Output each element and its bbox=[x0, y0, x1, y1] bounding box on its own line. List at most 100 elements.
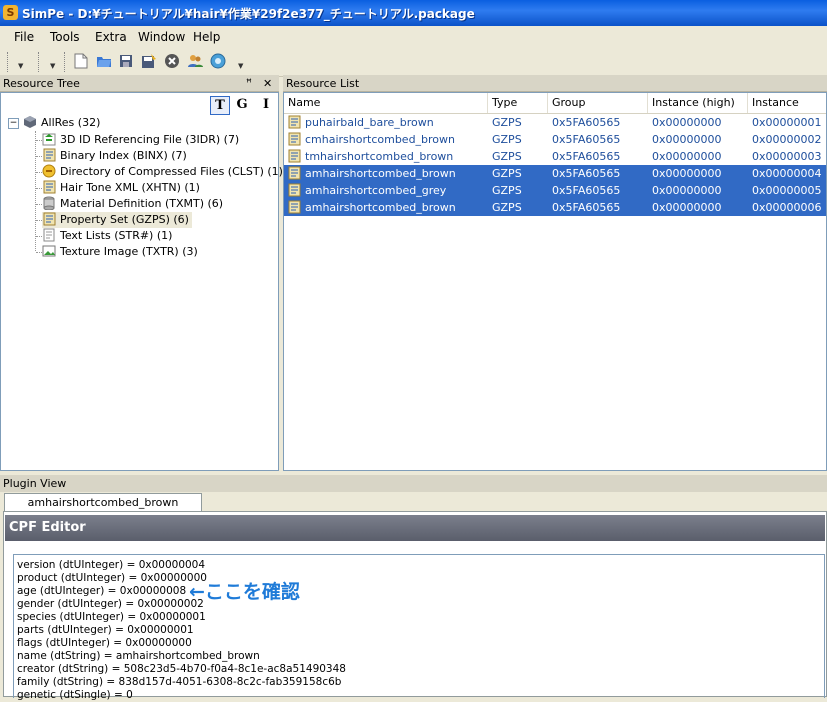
cell-instance-high: 0x00000000 bbox=[652, 116, 722, 129]
toolbar-grip[interactable] bbox=[38, 52, 42, 72]
table-row[interactable]: amhairshortcombed_grey GZPS 0x5FA60565 0… bbox=[284, 182, 826, 199]
column-header-instance[interactable]: Instance bbox=[748, 93, 826, 113]
cpf-property-list[interactable]: version (dtUInteger) = 0x00000004 produc… bbox=[13, 554, 825, 701]
toolbar-grip[interactable] bbox=[64, 52, 68, 72]
tree-collapse-toggle[interactable]: − bbox=[8, 118, 19, 129]
property-set-icon bbox=[287, 200, 301, 214]
tree-item-xhtn[interactable]: Hair Tone XML (XHTN) (1) bbox=[42, 180, 200, 196]
pin-icon[interactable]: ꟸ bbox=[246, 75, 252, 92]
column-header-name[interactable]: Name bbox=[284, 93, 488, 113]
open-folder-icon[interactable] bbox=[95, 52, 113, 70]
package-icon bbox=[23, 115, 37, 129]
tree-node-allres[interactable]: AllRes (32) bbox=[23, 115, 100, 131]
chevron-down-icon[interactable]: ▼ bbox=[238, 62, 243, 70]
toolbar: ▼ ▼ ▼ bbox=[0, 48, 827, 77]
xml-icon bbox=[42, 180, 56, 194]
column-header-instance-high[interactable]: Instance (high) bbox=[648, 93, 748, 113]
property-set-icon bbox=[287, 132, 301, 146]
resource-list-header: Resource List bbox=[283, 75, 827, 92]
cell-instance: 0x00000003 bbox=[752, 150, 822, 163]
texture-icon bbox=[42, 244, 56, 258]
plugin-view-title: Plugin View bbox=[3, 477, 67, 490]
new-file-icon[interactable] bbox=[72, 52, 90, 70]
tree-item-gzps[interactable]: Property Set (GZPS) (6) bbox=[42, 212, 192, 228]
cell-group: 0x5FA60565 bbox=[552, 201, 621, 214]
tree-view-instance-button[interactable]: I bbox=[257, 96, 275, 113]
cell-instance: 0x00000006 bbox=[752, 201, 822, 214]
cell-type: GZPS bbox=[492, 167, 522, 180]
text-list-icon bbox=[42, 228, 56, 242]
users-icon[interactable] bbox=[186, 52, 204, 70]
table-row[interactable]: tmhairshortcombed_brown GZPS 0x5FA60565 … bbox=[284, 148, 826, 165]
cpf-editor: CPF Editor version (dtUInteger) = 0x0000… bbox=[3, 511, 827, 701]
cell-group: 0x5FA60565 bbox=[552, 150, 621, 163]
binary-index-icon bbox=[42, 148, 56, 162]
menu-bar: File Tools Extra Window Help bbox=[0, 26, 827, 48]
tree-item-clst[interactable]: Directory of Compressed Files (CLST) (1) bbox=[42, 164, 283, 180]
property-set-icon bbox=[287, 115, 301, 129]
cell-type: GZPS bbox=[492, 116, 522, 129]
close-icon[interactable]: ✕ bbox=[263, 75, 272, 92]
tree-node-label: AllRes (32) bbox=[41, 116, 101, 129]
close-circle-icon[interactable] bbox=[163, 52, 181, 70]
tree-item-str[interactable]: Text Lists (STR#) (1) bbox=[42, 228, 172, 244]
table-row[interactable]: puhairbald_bare_brown GZPS 0x5FA60565 0x… bbox=[284, 114, 826, 131]
cpf-property-line: creator (dtString) = 508c23d5-4b70-f0a4-… bbox=[17, 663, 346, 675]
save-as-icon[interactable] bbox=[140, 52, 158, 70]
cpf-property-line: parts (dtUInteger) = 0x00000001 bbox=[17, 624, 194, 636]
property-set-icon bbox=[287, 183, 301, 197]
property-set-icon bbox=[287, 149, 301, 163]
menu-tools[interactable]: Tools bbox=[50, 30, 80, 44]
property-set-icon bbox=[42, 212, 56, 226]
chevron-down-icon[interactable]: ▼ bbox=[18, 62, 23, 70]
cell-group: 0x5FA60565 bbox=[552, 133, 621, 146]
tree-view-group-button[interactable]: G bbox=[233, 96, 251, 113]
cpf-property-line: genetic (dtSingle) = 0 bbox=[17, 689, 133, 701]
resource-tree-title: Resource Tree bbox=[3, 77, 80, 90]
toolbar-grip[interactable] bbox=[7, 52, 11, 72]
cpf-property-line: age (dtUInteger) = 0x00000008 bbox=[17, 585, 187, 597]
cpf-editor-title: CPF Editor bbox=[5, 515, 825, 541]
menu-help[interactable]: Help bbox=[193, 30, 220, 44]
cpf-property-line: species (dtUInteger) = 0x00000001 bbox=[17, 611, 206, 623]
tree-item-3idr[interactable]: 3D ID Referencing File (3IDR) (7) bbox=[42, 132, 239, 148]
window-title: SimPe - D:¥チュートリアル¥hair¥作業¥29f2e377_チュート… bbox=[22, 7, 475, 21]
save-icon[interactable] bbox=[117, 52, 135, 70]
tree-view-type-button[interactable]: T bbox=[210, 96, 230, 115]
column-header-group[interactable]: Group bbox=[548, 93, 648, 113]
resource-tree-header: Resource Tree ꟸ ✕ bbox=[0, 75, 279, 92]
cell-type: GZPS bbox=[492, 184, 522, 197]
list-column-headers: Name Type Group Instance (high) Instance bbox=[284, 93, 826, 114]
tree-view-toolbar: T G I bbox=[1, 93, 278, 115]
table-row[interactable]: amhairshortcombed_brown GZPS 0x5FA60565 … bbox=[284, 165, 826, 182]
menu-file[interactable]: File bbox=[14, 30, 34, 44]
cell-group: 0x5FA60565 bbox=[552, 167, 621, 180]
cell-instance-high: 0x00000000 bbox=[652, 150, 722, 163]
cell-instance-high: 0x00000000 bbox=[652, 184, 722, 197]
cell-instance: 0x00000005 bbox=[752, 184, 822, 197]
menu-extra[interactable]: Extra bbox=[95, 30, 127, 44]
plugin-tab[interactable]: amhairshortcombed_brown bbox=[4, 493, 202, 512]
cell-name: amhairshortcombed_brown bbox=[305, 201, 456, 214]
cpf-property-line: name (dtString) = amhairshortcombed_brow… bbox=[17, 650, 260, 662]
globe-icon[interactable] bbox=[209, 52, 227, 70]
property-set-icon bbox=[287, 166, 301, 180]
material-icon bbox=[42, 196, 56, 211]
cpf-property-line: flags (dtUInteger) = 0x00000000 bbox=[17, 637, 192, 649]
cell-name: cmhairshortcombed_brown bbox=[305, 133, 456, 146]
menu-window[interactable]: Window bbox=[138, 30, 185, 44]
column-header-type[interactable]: Type bbox=[488, 93, 548, 113]
cell-instance: 0x00000001 bbox=[752, 116, 822, 129]
plugin-view-header: Plugin View bbox=[0, 475, 827, 492]
cell-name: amhairshortcombed_grey bbox=[305, 184, 447, 197]
table-row[interactable]: amhairshortcombed_brown GZPS 0x5FA60565 … bbox=[284, 199, 826, 216]
tree-item-binx[interactable]: Binary Index (BINX) (7) bbox=[42, 148, 187, 164]
tree-item-txtr[interactable]: Texture Image (TXTR) (3) bbox=[42, 244, 198, 260]
cell-instance: 0x00000004 bbox=[752, 167, 822, 180]
tree-item-txmt[interactable]: Material Definition (TXMT) (6) bbox=[42, 196, 223, 212]
chevron-down-icon[interactable]: ▼ bbox=[50, 62, 55, 70]
cell-instance-high: 0x00000000 bbox=[652, 133, 722, 146]
resource-list-panel: Name Type Group Instance (high) Instance… bbox=[283, 92, 827, 471]
table-row[interactable]: cmhairshortcombed_brown GZPS 0x5FA60565 … bbox=[284, 131, 826, 148]
cell-instance: 0x00000002 bbox=[752, 133, 822, 146]
